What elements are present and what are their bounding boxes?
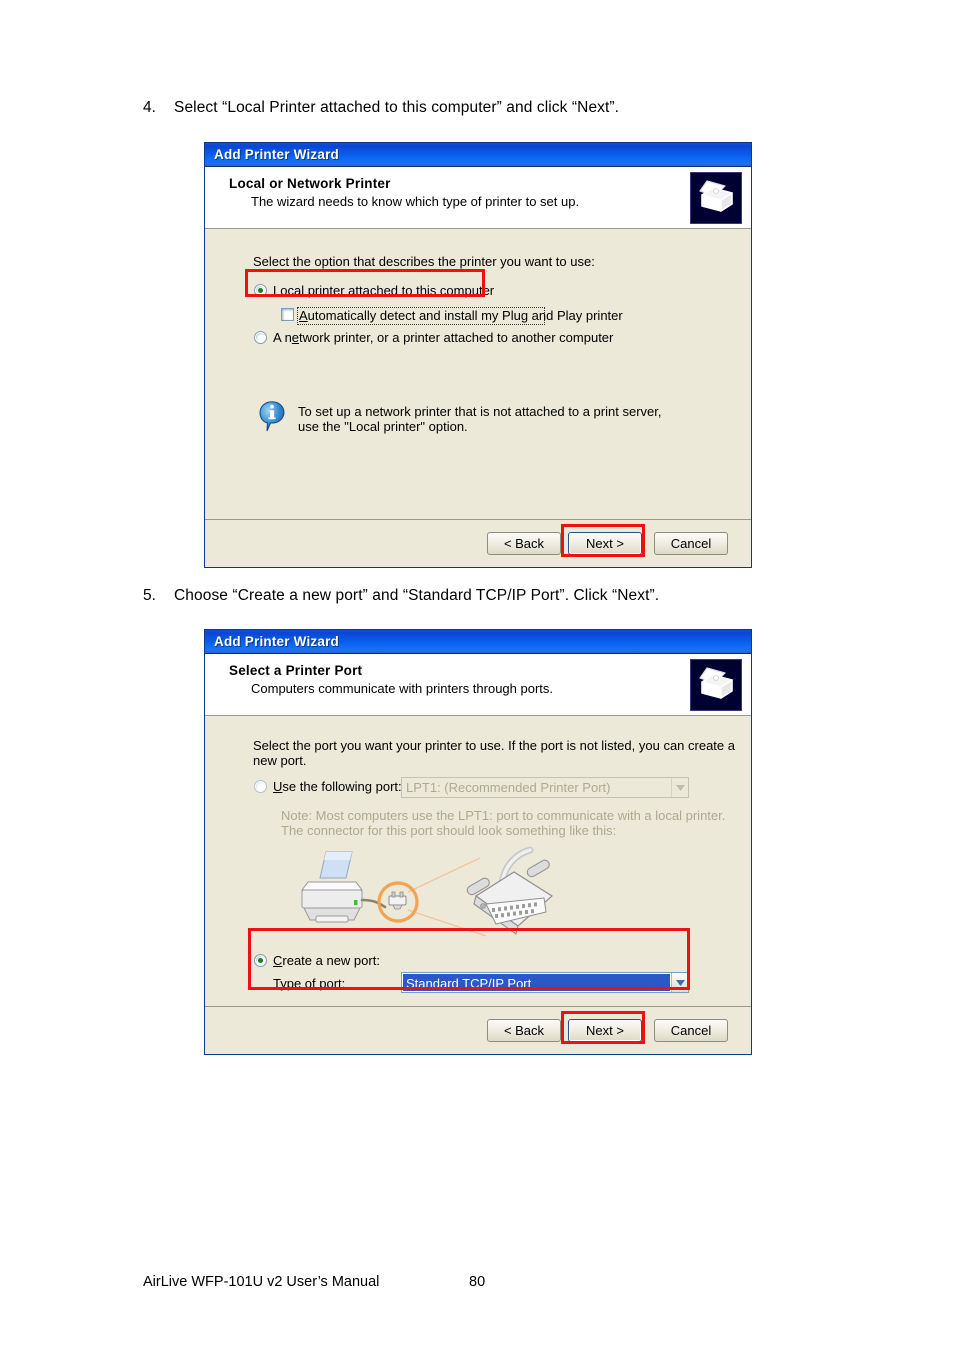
dialog1-info-line2: use the "Local printer" option. <box>298 419 468 434</box>
dialog1-titlebar: Add Printer Wizard <box>205 143 751 167</box>
radio-use-following-port[interactable] <box>254 780 267 793</box>
radio-local-printer[interactable] <box>254 284 267 297</box>
dialog2-titlebar: Add Printer Wizard <box>205 630 751 654</box>
radio-create-new-port-text: reate a new port: <box>282 953 380 968</box>
dialog2-note-line2: The connector for this port should look … <box>281 823 617 838</box>
dialog2-header-title: Select a Printer Port <box>229 663 363 678</box>
radio-create-new-port-label[interactable]: Create a new port: <box>273 953 380 968</box>
radio-use-following-port-text: se the following port: <box>282 779 402 794</box>
printer-icon <box>690 172 742 224</box>
back-button[interactable]: < Back <box>487 532 561 555</box>
dialog2-body: Select the port you want your printer to… <box>205 716 751 1006</box>
chevron-down-icon[interactable] <box>671 973 688 992</box>
dialog2-prompt-line2: new port. <box>253 753 307 768</box>
add-printer-wizard-dialog-select-port: Add Printer Wizard Select a Printer Port… <box>204 629 752 1055</box>
dialog2-note-line1: Note: Most computers use the LPT1: port … <box>281 808 726 823</box>
dialog2-header: Select a Printer Port Computers communic… <box>205 654 751 716</box>
info-icon <box>259 401 285 432</box>
dialog1-prompt: Select the option that describes the pri… <box>253 254 595 269</box>
dialog2-title: Add Printer Wizard <box>214 634 339 649</box>
printer-parallel-connector-illustration <box>290 844 600 951</box>
step-4-number: 4. <box>143 99 156 116</box>
add-printer-wizard-dialog-local-or-network: Add Printer Wizard Local or Network Prin… <box>204 142 752 568</box>
port-select-dropdown[interactable]: LPT1: (Recommended Printer Port) <box>401 777 689 798</box>
radio-local-printer-text: ocal printer attached to this computer <box>280 283 495 298</box>
radio-network-printer-text: twork printer, or a printer attached to … <box>299 330 614 345</box>
cancel-button[interactable]: Cancel <box>654 1019 728 1042</box>
checkbox-auto-detect-text: utomatically detect and install my Plug … <box>307 308 623 323</box>
chevron-down-icon[interactable] <box>671 778 688 797</box>
dialog1-header-title: Local or Network Printer <box>229 176 391 191</box>
dialog1-body: Select the option that describes the pri… <box>205 229 751 519</box>
printer-icon <box>690 659 742 711</box>
next-button[interactable]: Next > <box>568 532 642 555</box>
cancel-button[interactable]: Cancel <box>654 532 728 555</box>
footer-page-number: 80 <box>469 1274 486 1290</box>
dialog2-header-subtitle: Computers communicate with printers thro… <box>251 681 554 696</box>
type-of-port-label: Type of port: <box>273 976 346 991</box>
radio-create-new-port[interactable] <box>254 954 267 967</box>
footer-manual-title: AirLive WFP-101U v2 User’s Manual <box>143 1274 380 1290</box>
step-5-number: 5. <box>143 587 156 604</box>
back-button[interactable]: < Back <box>487 1019 561 1042</box>
step-4-text: Select “Local Printer attached to this c… <box>174 99 620 116</box>
dialog2-footer: < Back Next > Cancel <box>205 1006 751 1054</box>
dialog1-header: Local or Network Printer The wizard need… <box>205 167 751 229</box>
port-type-dropdown[interactable]: Standard TCP/IP Port <box>401 972 689 993</box>
port-select-value: LPT1: (Recommended Printer Port) <box>406 780 611 795</box>
radio-network-printer[interactable] <box>254 331 267 344</box>
step-5-text: Choose “Create a new port” and “Standard… <box>174 587 660 604</box>
dialog1-header-subtitle: The wizard needs to know which type of p… <box>251 194 580 209</box>
checkbox-auto-detect-label[interactable]: Automatically detect and install my Plug… <box>299 308 623 323</box>
checkbox-auto-detect-plug-and-play[interactable] <box>281 308 294 321</box>
radio-local-printer-label[interactable]: Local printer attached to this computer <box>273 283 494 298</box>
dialog1-title: Add Printer Wizard <box>214 147 339 162</box>
radio-network-printer-label[interactable]: A network printer, or a printer attached… <box>273 330 613 345</box>
dialog1-info-line1: To set up a network printer that is not … <box>298 404 662 419</box>
port-type-value: Standard TCP/IP Port <box>403 974 670 991</box>
next-button[interactable]: Next > <box>568 1019 642 1042</box>
radio-use-following-port-label[interactable]: Use the following port: <box>273 779 402 794</box>
dialog1-footer: < Back Next > Cancel <box>205 519 751 567</box>
dialog2-prompt-line1: Select the port you want your printer to… <box>253 738 735 753</box>
